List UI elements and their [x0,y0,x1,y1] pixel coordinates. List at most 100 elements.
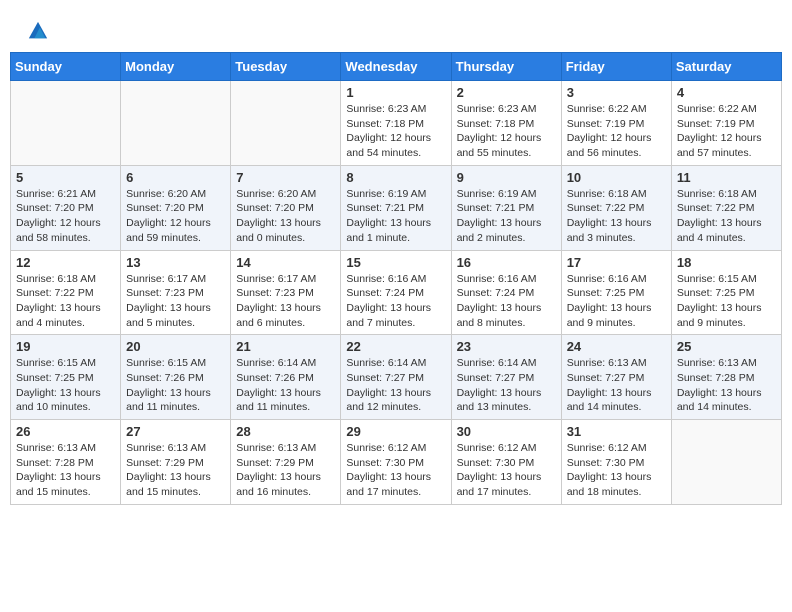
weekday-header-tuesday: Tuesday [231,53,341,81]
day-info: Sunrise: 6:13 AM Sunset: 7:29 PM Dayligh… [126,441,225,500]
day-number: 13 [126,255,225,270]
logo [25,20,49,42]
day-number: 22 [346,339,445,354]
calendar-week-row: 26 Sunrise: 6:13 AM Sunset: 7:28 PM Dayli… [11,420,782,505]
calendar-day-cell: 20Sunrise: 6:15 AM Sunset: 7:26 PM Dayli… [121,335,231,420]
day-number: 19 [16,339,115,354]
calendar-day-cell: 25Sunrise: 6:13 AM Sunset: 7:28 PM Dayli… [671,335,781,420]
day-info: Sunrise: 6:19 AM Sunset: 7:21 PM Dayligh… [457,187,556,246]
day-number: 7 [236,170,335,185]
calendar-day-cell: 1 Sunrise: 6:23 AM Sunset: 7:18 PM Daylig… [341,81,451,166]
day-number: 4 [677,85,776,100]
day-number: 12 [16,255,115,270]
day-info: Sunrise: 6:16 AM Sunset: 7:24 PM Dayligh… [346,272,445,331]
day-info: Sunrise: 6:19 AM Sunset: 7:21 PM Dayligh… [346,187,445,246]
day-info: Sunrise: 6:18 AM Sunset: 7:22 PM Dayligh… [567,187,666,246]
day-info: Sunrise: 6:17 AM Sunset: 7:23 PM Dayligh… [126,272,225,331]
day-number: 27 [126,424,225,439]
day-info: Sunrise: 6:12 AM Sunset: 7:30 PM Dayligh… [567,441,666,500]
day-info: Sunrise: 6:21 AM Sunset: 7:20 PM Dayligh… [16,187,115,246]
calendar-day-cell [121,81,231,166]
day-number: 28 [236,424,335,439]
day-number: 9 [457,170,556,185]
weekday-header-sunday: Sunday [11,53,121,81]
calendar-day-cell: 12 Sunrise: 6:18 AM Sunset: 7:22 PM Dayli… [11,250,121,335]
day-number: 11 [677,170,776,185]
day-number: 8 [346,170,445,185]
day-number: 25 [677,339,776,354]
day-info: Sunrise: 6:23 AM Sunset: 7:18 PM Dayligh… [346,102,445,161]
day-info: Sunrise: 6:17 AM Sunset: 7:23 PM Dayligh… [236,272,335,331]
calendar-day-cell: 17 Sunrise: 6:16 AM Sunset: 7:25 PM Dayli… [561,250,671,335]
day-number: 29 [346,424,445,439]
calendar-day-cell: 29 Sunrise: 6:12 AM Sunset: 7:30 PM Dayli… [341,420,451,505]
calendar-week-row: 19 Sunrise: 6:15 AM Sunset: 7:25 PM Dayli… [11,335,782,420]
calendar-day-cell: 24 Sunrise: 6:13 AM Sunset: 7:27 PM Dayli… [561,335,671,420]
weekday-header-saturday: Saturday [671,53,781,81]
calendar-day-cell: 3 Sunrise: 6:22 AM Sunset: 7:19 PM Daylig… [561,81,671,166]
calendar-day-cell: 7 Sunrise: 6:20 AM Sunset: 7:20 PM Daylig… [231,165,341,250]
day-number: 21 [236,339,335,354]
day-info: Sunrise: 6:14 AM Sunset: 7:27 PM Dayligh… [346,356,445,415]
calendar-day-cell: 5 Sunrise: 6:21 AM Sunset: 7:20 PM Daylig… [11,165,121,250]
calendar-day-cell: 28 Sunrise: 6:13 AM Sunset: 7:29 PM Dayli… [231,420,341,505]
day-info: Sunrise: 6:22 AM Sunset: 7:19 PM Dayligh… [677,102,776,161]
day-info: Sunrise: 6:12 AM Sunset: 7:30 PM Dayligh… [457,441,556,500]
day-number: 14 [236,255,335,270]
day-info: Sunrise: 6:20 AM Sunset: 7:20 PM Dayligh… [236,187,335,246]
day-number: 23 [457,339,556,354]
day-number: 18 [677,255,776,270]
day-number: 6 [126,170,225,185]
calendar-day-cell: 19 Sunrise: 6:15 AM Sunset: 7:25 PM Dayli… [11,335,121,420]
day-info: Sunrise: 6:18 AM Sunset: 7:22 PM Dayligh… [677,187,776,246]
calendar-day-cell: 2 Sunrise: 6:23 AM Sunset: 7:18 PM Daylig… [451,81,561,166]
day-info: Sunrise: 6:18 AM Sunset: 7:22 PM Dayligh… [16,272,115,331]
day-number: 26 [16,424,115,439]
calendar-week-row: 12 Sunrise: 6:18 AM Sunset: 7:22 PM Dayli… [11,250,782,335]
day-number: 24 [567,339,666,354]
day-info: Sunrise: 6:15 AM Sunset: 7:25 PM Dayligh… [677,272,776,331]
day-info: Sunrise: 6:20 AM Sunset: 7:20 PM Dayligh… [126,187,225,246]
calendar-day-cell: 6 Sunrise: 6:20 AM Sunset: 7:20 PM Daylig… [121,165,231,250]
weekday-header-thursday: Thursday [451,53,561,81]
day-info: Sunrise: 6:16 AM Sunset: 7:24 PM Dayligh… [457,272,556,331]
day-info: Sunrise: 6:13 AM Sunset: 7:28 PM Dayligh… [16,441,115,500]
calendar-day-cell: 10 Sunrise: 6:18 AM Sunset: 7:22 PM Dayli… [561,165,671,250]
calendar-day-cell: 16 Sunrise: 6:16 AM Sunset: 7:24 PM Dayli… [451,250,561,335]
day-number: 15 [346,255,445,270]
day-info: Sunrise: 6:13 AM Sunset: 7:27 PM Dayligh… [567,356,666,415]
day-info: Sunrise: 6:12 AM Sunset: 7:30 PM Dayligh… [346,441,445,500]
day-info: Sunrise: 6:16 AM Sunset: 7:25 PM Dayligh… [567,272,666,331]
calendar-day-cell: 30 Sunrise: 6:12 AM Sunset: 7:30 PM Dayli… [451,420,561,505]
weekday-header-friday: Friday [561,53,671,81]
logo-icon [27,20,49,42]
day-number: 31 [567,424,666,439]
weekday-header-row: SundayMondayTuesdayWednesdayThursdayFrid… [11,53,782,81]
day-number: 1 [346,85,445,100]
calendar-day-cell: 9 Sunrise: 6:19 AM Sunset: 7:21 PM Daylig… [451,165,561,250]
weekday-header-monday: Monday [121,53,231,81]
calendar-day-cell: 21Sunrise: 6:14 AM Sunset: 7:26 PM Dayli… [231,335,341,420]
page-header [10,10,782,47]
day-info: Sunrise: 6:15 AM Sunset: 7:25 PM Dayligh… [16,356,115,415]
weekday-header-wednesday: Wednesday [341,53,451,81]
calendar-day-cell [231,81,341,166]
day-info: Sunrise: 6:23 AM Sunset: 7:18 PM Dayligh… [457,102,556,161]
calendar-week-row: 1 Sunrise: 6:23 AM Sunset: 7:18 PM Daylig… [11,81,782,166]
calendar-day-cell: 4 Sunrise: 6:22 AM Sunset: 7:19 PM Daylig… [671,81,781,166]
calendar-day-cell: 15 Sunrise: 6:16 AM Sunset: 7:24 PM Dayli… [341,250,451,335]
calendar-week-row: 5 Sunrise: 6:21 AM Sunset: 7:20 PM Daylig… [11,165,782,250]
day-number: 10 [567,170,666,185]
calendar-day-cell: 8 Sunrise: 6:19 AM Sunset: 7:21 PM Daylig… [341,165,451,250]
day-number: 2 [457,85,556,100]
day-number: 16 [457,255,556,270]
day-number: 5 [16,170,115,185]
day-number: 20 [126,339,225,354]
day-info: Sunrise: 6:22 AM Sunset: 7:19 PM Dayligh… [567,102,666,161]
day-info: Sunrise: 6:13 AM Sunset: 7:29 PM Dayligh… [236,441,335,500]
day-number: 17 [567,255,666,270]
day-number: 3 [567,85,666,100]
calendar-day-cell: 23Sunrise: 6:14 AM Sunset: 7:27 PM Dayli… [451,335,561,420]
day-number: 30 [457,424,556,439]
calendar-day-cell: 31 Sunrise: 6:12 AM Sunset: 7:30 PM Dayli… [561,420,671,505]
